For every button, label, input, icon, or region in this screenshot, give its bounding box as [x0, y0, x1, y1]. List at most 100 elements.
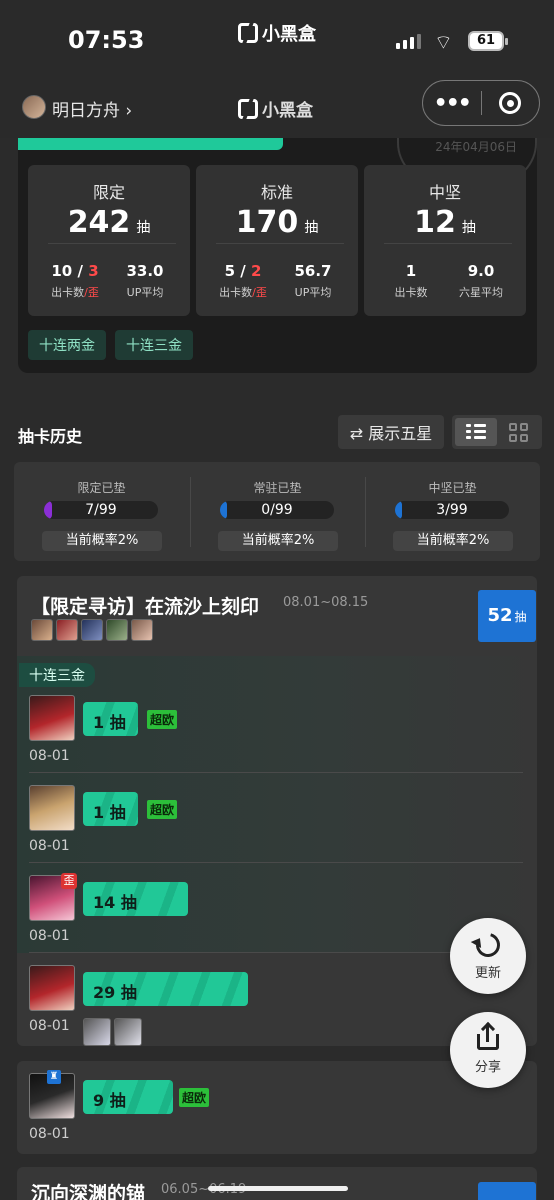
- banner-title: 【限定寻访】在流沙上刻印: [31, 596, 260, 618]
- stat-count: 12 抽: [364, 205, 526, 240]
- target-icon: [499, 92, 522, 114]
- status-bar: 07:53 小黑盒 ⌔ 61: [0, 0, 554, 80]
- close-miniprogram-button[interactable]: [481, 92, 539, 114]
- stat-off-label: /歪: [252, 286, 267, 299]
- banner-total-badge: 52 抽: [478, 590, 536, 642]
- stat-avg-label: UP平均: [126, 286, 164, 299]
- stat-box-limited: 限定 242 抽 10 / 3 出卡数/歪 33.0 UP平均: [28, 165, 190, 316]
- stat-cards-label: 出卡数: [219, 286, 253, 299]
- stat-off-label: /歪: [84, 286, 99, 299]
- stat-box-core: 中坚 12 抽 1 出卡数 9.0 六星平均: [364, 165, 526, 316]
- stat-count-value: 170: [235, 205, 299, 240]
- home-indicator[interactable]: [208, 1186, 348, 1191]
- battery-icon: 61: [468, 31, 508, 51]
- pull-row[interactable]: 08-01 1 抽 超欧: [17, 683, 537, 773]
- pity-label: 中坚已垫: [428, 481, 477, 495]
- stat-title: 中坚: [428, 183, 461, 202]
- pity-value: 0/99: [261, 502, 293, 518]
- stat-count-value: 12: [414, 205, 456, 240]
- banner-card[interactable]: 沉向深渊的锚 06.05~06.19: [17, 1167, 537, 1200]
- stat-cards-label: 出卡数: [51, 286, 85, 299]
- pull-row[interactable]: 08-01 1 抽 超欧: [17, 773, 537, 863]
- grid-view-button[interactable]: [497, 418, 539, 446]
- share-label: 分享: [474, 1060, 501, 1075]
- stat-avg-value: 56.7: [294, 262, 332, 280]
- refresh-button[interactable]: 更新: [450, 918, 526, 994]
- status-app-logo-text: 小黑盒: [262, 24, 316, 45]
- operator-avatar: [114, 1018, 142, 1046]
- pull-date: 08-01: [29, 838, 70, 854]
- operator-avatar: [131, 619, 153, 641]
- heybox-logo-icon: [238, 23, 258, 43]
- show-five-star-button[interactable]: ⇄ 展示五星: [338, 415, 444, 449]
- pity-probability: 当前概率2%: [218, 531, 338, 551]
- pity-panel: 限定已垫 7/99 当前概率2% 常驻已垫 0/99 当前概率2% 中坚已垫 3…: [14, 462, 540, 561]
- stat-box-standard: 标准 170 抽 5 / 2 出卡数/歪 56.7 UP平均: [196, 165, 358, 316]
- game-avatar[interactable]: [22, 95, 46, 119]
- pull-date: 08-01: [29, 748, 70, 764]
- pity-limited: 限定已垫 7/99 当前概率2%: [14, 462, 189, 561]
- lucky-badge: 超欧: [147, 710, 178, 729]
- more-button[interactable]: •••: [423, 91, 481, 116]
- grid-view-icon: [508, 422, 528, 442]
- stat-avg-label: UP平均: [294, 286, 332, 299]
- operator-avatar: [29, 965, 75, 1011]
- pull-count: 1 抽: [93, 803, 126, 822]
- stat-count: 242 抽: [28, 205, 190, 240]
- pity-value: 7/99: [85, 502, 117, 518]
- nav-logo-text: 小黑盒: [262, 101, 313, 121]
- divider: [384, 243, 512, 244]
- share-icon: [477, 1021, 499, 1050]
- heybox-logo-icon: [238, 98, 258, 119]
- stat-cards: 5 / 2 出卡数/歪: [208, 262, 278, 300]
- refresh-label: 更新: [474, 966, 501, 981]
- stat-cards-value: 5: [224, 262, 236, 280]
- pity-label: 常驻已垫: [253, 481, 302, 495]
- miniprogram-capsule: •••: [422, 80, 540, 126]
- banner-date: 08.01~08.15: [283, 595, 369, 610]
- share-button[interactable]: 分享: [450, 1012, 526, 1088]
- summary-card: 24年04月06日 限定 242 抽 10 / 3 出卡数/歪 33.0 UP平均…: [18, 138, 537, 373]
- pull-date: 08-01: [29, 1126, 70, 1142]
- stat-title: 标准: [260, 183, 293, 202]
- signal-icon: [396, 34, 421, 49]
- pity-core: 中坚已垫 3/99 当前概率2%: [365, 462, 540, 561]
- stat-title: 限定: [92, 183, 125, 202]
- stat-avg-value: 33.0: [126, 262, 164, 280]
- stat-avg-value: 9.0: [467, 262, 495, 280]
- pull-extra-operators: [83, 1018, 142, 1046]
- game-selector[interactable]: 明日方舟 ›: [52, 96, 132, 121]
- lucky-badge: 超欧: [179, 1088, 210, 1107]
- stat-cards-value: 10: [51, 262, 73, 280]
- nav-logo: 小黑盒: [238, 96, 313, 121]
- list-view-button[interactable]: [455, 418, 497, 446]
- pity-standard: 常驻已垫 0/99 当前概率2%: [190, 462, 365, 561]
- stat-cards-label: 出卡数: [394, 286, 428, 299]
- pity-probability: 当前概率2%: [393, 531, 513, 551]
- banner-total-value: 52: [487, 605, 513, 626]
- operator-avatar: [81, 619, 103, 641]
- divider: [216, 243, 344, 244]
- operator-avatar: [29, 695, 75, 741]
- banner-total-badge: [478, 1182, 536, 1200]
- stat-count-value: 242: [67, 205, 131, 240]
- stat-avg-label: 六星平均: [459, 286, 503, 299]
- pull-count: 14 抽: [93, 893, 137, 912]
- pull-count-bar: 9 抽: [83, 1080, 173, 1114]
- pull-count: 9 抽: [93, 1091, 126, 1110]
- operator-avatar: [83, 1018, 111, 1046]
- pull-count-bar: 29 抽: [83, 972, 248, 1006]
- divider: [48, 243, 176, 244]
- achievement-tag: 十连三金: [115, 330, 193, 360]
- operator-avatar: [31, 619, 53, 641]
- operator-avatar: [29, 785, 75, 831]
- status-app-logo: 小黑盒: [238, 20, 316, 46]
- stat-count: 170 抽: [196, 205, 358, 240]
- nav-bar: 明日方舟 › 小黑盒 •••: [0, 80, 554, 138]
- summary-banner-strip: [18, 138, 283, 150]
- stat-cards-sep: /: [235, 262, 251, 280]
- refresh-icon: [471, 928, 505, 962]
- stat-cards: 10 / 3 出卡数/歪: [40, 262, 110, 300]
- lucky-badge: 超欧: [147, 800, 178, 819]
- operator-avatar: [106, 619, 128, 641]
